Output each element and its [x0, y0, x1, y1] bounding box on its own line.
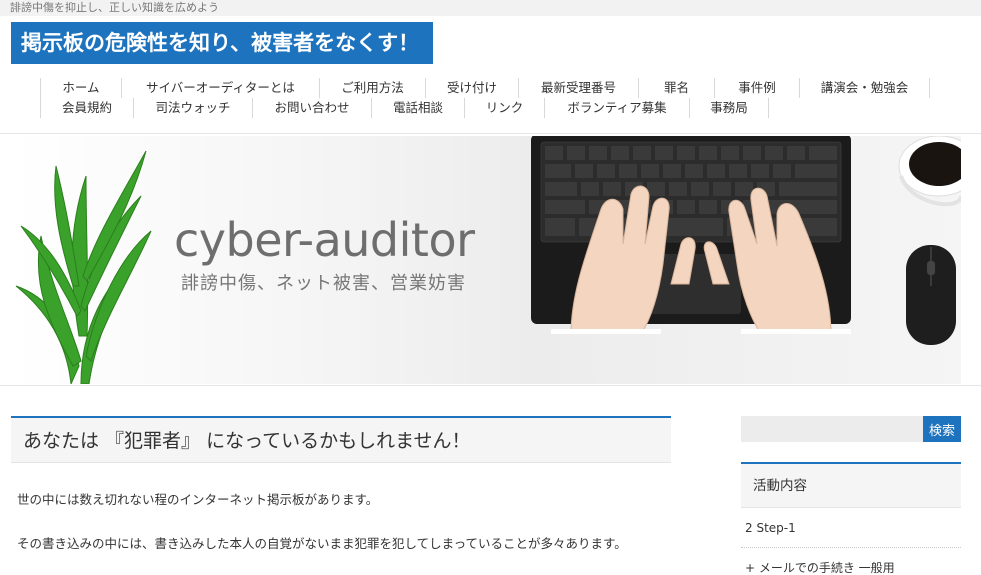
- nav-item-about[interactable]: サイバーオーディターとは: [121, 78, 319, 98]
- laptop-keyboard-image: [531, 136, 851, 334]
- hero-title: cyber-auditor: [174, 213, 475, 267]
- main-navigation: ホーム サイバーオーディターとは ご利用方法 受け付け 最新受理番号 罪名 事件…: [40, 78, 940, 118]
- main-article: あなたは 『犯罪者』 になっているかもしれません！ 世の中には数え切れない程のイ…: [11, 416, 671, 554]
- nav-item-usage[interactable]: ご利用方法: [319, 78, 425, 98]
- search-input[interactable]: [741, 416, 923, 442]
- plant-image: [15, 150, 152, 384]
- nav-item-office[interactable]: 事務局: [689, 98, 769, 118]
- article-paragraph: 世の中には数え切れない程のインターネット掲示板があります。: [17, 492, 379, 507]
- nav-item-latest-number[interactable]: 最新受理番号: [518, 78, 638, 98]
- nav-item-volunteer[interactable]: ボランティア募集: [544, 98, 689, 118]
- nav-item-judicial-watch[interactable]: 司法ウォッチ: [133, 98, 252, 118]
- nav-item-offenses[interactable]: 罪名: [638, 78, 714, 98]
- computer-mouse-image: [906, 245, 956, 345]
- hero-subtitle: 誹謗中傷、ネット被害、営業妨害: [181, 273, 466, 294]
- nav-item-case-examples[interactable]: 事件例: [714, 78, 799, 98]
- nav-item-reception[interactable]: 受け付け: [425, 78, 518, 98]
- hero-banner: cyber-auditor 誹謗中傷、ネット被害、営業妨害: [11, 136, 961, 384]
- nav-item-links[interactable]: リンク: [464, 98, 544, 118]
- widget-title: 活動内容: [741, 464, 961, 508]
- nav-item-terms[interactable]: 会員規約: [40, 98, 133, 118]
- article-body: 世の中には数え切れない程のインターネット掲示板があります。 その書き込みの中には…: [11, 490, 671, 554]
- site-title[interactable]: 掲示板の危険性を知り、被害者をなくす！: [11, 22, 434, 64]
- widget-list-item[interactable]: 2 Step-1: [741, 508, 961, 548]
- article-title: あなたは 『犯罪者』 になっているかもしれません！: [23, 430, 471, 452]
- hero-divider: [0, 385, 981, 386]
- article-header: あなたは 『犯罪者』 になっているかもしれません！: [11, 416, 671, 463]
- sidebar: 検索 活動内容 2 Step-1 + メールでの手続き 一般用: [741, 416, 961, 575]
- nav-row-2: 会員規約 司法ウォッチ お問い合わせ 電話相談 リンク ボランティア募集 事務局: [40, 98, 940, 118]
- coffee-cup-image: [898, 136, 961, 207]
- activity-widget: 活動内容 2 Step-1 + メールでの手続き 一般用: [741, 462, 961, 575]
- nav-item-seminars[interactable]: 講演会・勉強会: [799, 78, 930, 98]
- nav-item-contact[interactable]: お問い合わせ: [252, 98, 371, 118]
- site-tagline: 誹謗中傷を抑止し、正しい知識を広めよう: [10, 1, 219, 14]
- header-divider: [0, 133, 981, 134]
- nav-item-home[interactable]: ホーム: [40, 78, 121, 98]
- search-button[interactable]: 検索: [923, 416, 961, 442]
- nav-row-1: ホーム サイバーオーディターとは ご利用方法 受け付け 最新受理番号 罪名 事件…: [40, 78, 940, 98]
- widget-sub-item[interactable]: + メールでの手続き 一般用: [741, 548, 961, 575]
- article-paragraph: その書き込みの中には、書き込みした本人の自覚がないまま犯罪を犯してしまっているこ…: [17, 536, 627, 551]
- nav-item-phone-consult[interactable]: 電話相談: [371, 98, 464, 118]
- search-form: 検索: [741, 416, 961, 442]
